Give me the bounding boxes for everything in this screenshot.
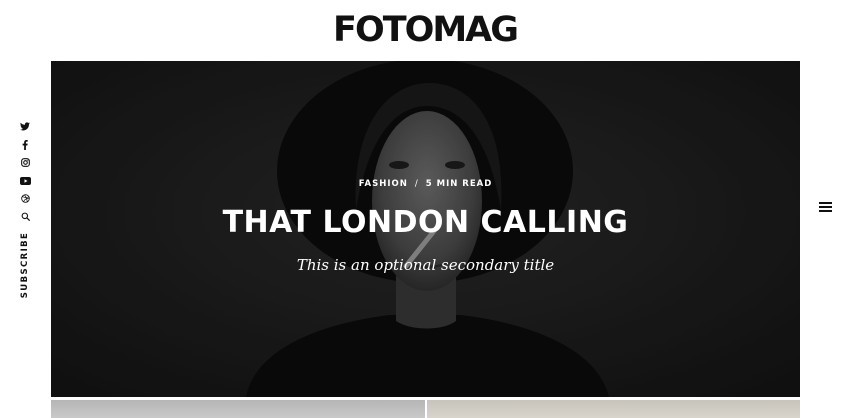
subscribe-link[interactable]: SUBSCRIBE	[20, 232, 30, 298]
instagram-icon[interactable]	[18, 156, 32, 169]
post-card[interactable]	[427, 400, 800, 418]
facebook-icon[interactable]	[18, 138, 32, 151]
social-links	[16, 120, 34, 223]
post-subtitle: This is an optional secondary title	[296, 256, 555, 274]
post-card[interactable]	[51, 400, 425, 418]
site-logo[interactable]: FOTOMAG	[0, 8, 850, 52]
youtube-icon[interactable]	[18, 174, 32, 187]
meta-separator: /	[414, 179, 419, 189]
search-icon[interactable]	[18, 210, 32, 223]
hamburger-menu-icon[interactable]	[818, 201, 834, 213]
dribbble-icon[interactable]	[18, 192, 32, 205]
post-category-link[interactable]: FASHION	[359, 179, 408, 189]
read-time: 5 MIN READ	[425, 179, 493, 189]
post-meta: FASHION / 5 MIN READ	[51, 179, 800, 189]
twitter-icon[interactable]	[18, 120, 32, 133]
featured-post[interactable]: FASHION / 5 MIN READ THAT LONDON CALLING T…	[51, 61, 800, 397]
post-title[interactable]: THAT LONDON CALLING	[51, 201, 800, 245]
